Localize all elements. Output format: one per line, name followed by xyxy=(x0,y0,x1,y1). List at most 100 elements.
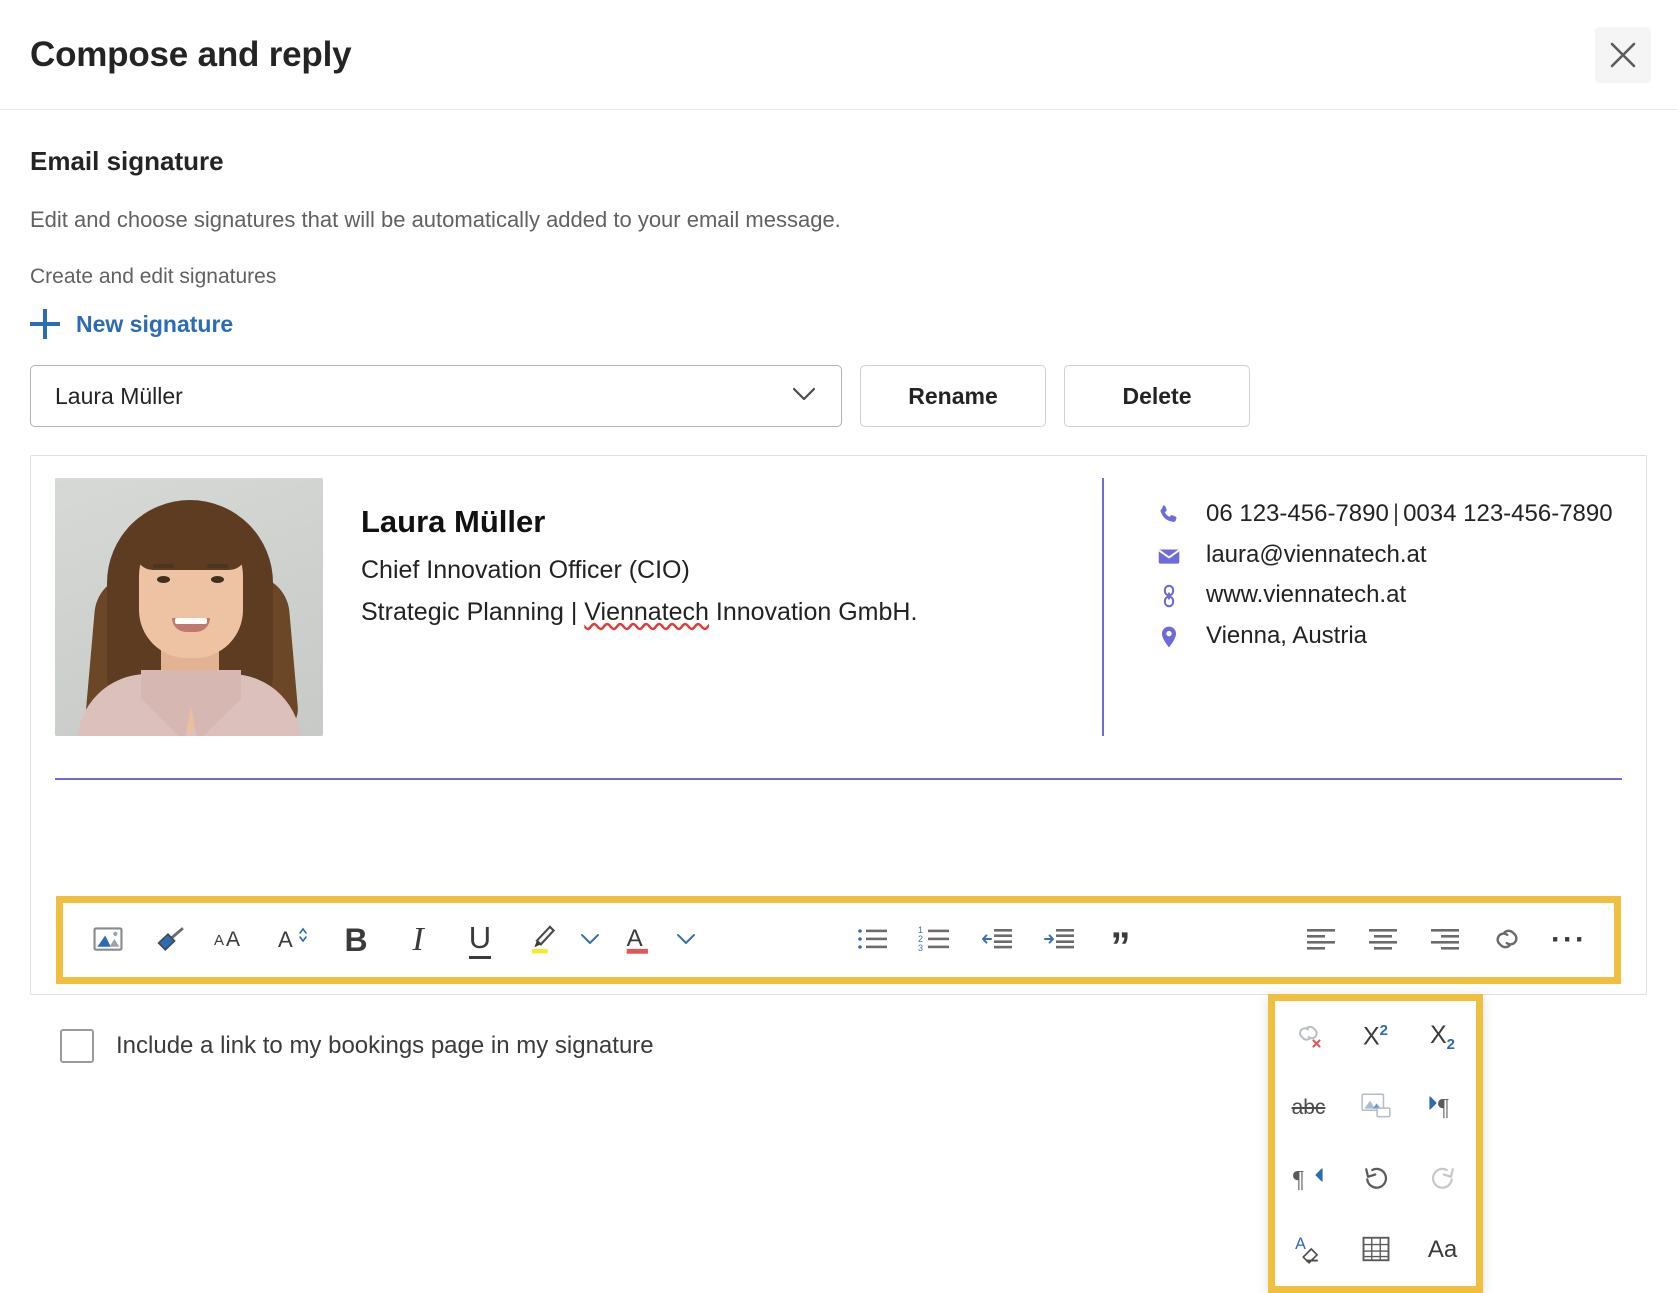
bulleted-list-button[interactable] xyxy=(842,909,904,971)
table-icon xyxy=(1361,1235,1391,1266)
svg-text:A: A xyxy=(226,928,240,951)
more-options-button[interactable]: ··· xyxy=(1538,909,1600,971)
overflow-menu-grid: X2 X2 abc ¶ ¶ A Aa xyxy=(1275,1001,1476,1286)
rtl-paragraph-icon: ¶ xyxy=(1292,1163,1326,1196)
contact-row-phone: 06 123-456-7890 | 0034 123-456-7890 xyxy=(1104,498,1622,539)
format-painter-button[interactable] xyxy=(139,909,201,971)
right-to-left-button[interactable]: ¶ xyxy=(1275,1144,1342,1215)
change-case-button[interactable]: Aa xyxy=(1409,1215,1476,1286)
strikethrough-icon: abc xyxy=(1291,1095,1326,1119)
create-edit-signatures-label: Create and edit signatures xyxy=(30,265,277,288)
left-to-right-button[interactable]: ¶ xyxy=(1409,1072,1476,1143)
ellipsis-icon: ··· xyxy=(1551,923,1587,956)
contact-location-value: Vienna, Austria xyxy=(1206,621,1368,649)
contact-row-location: Vienna, Austria xyxy=(1104,620,1622,661)
phone-icon xyxy=(1156,498,1186,528)
link-icon xyxy=(1490,922,1524,959)
section-description: Edit and choose signatures that will be … xyxy=(30,207,841,232)
align-center-button[interactable] xyxy=(1352,909,1414,971)
bookings-checkbox[interactable] xyxy=(60,1029,94,1063)
chevron-down-icon xyxy=(578,931,602,950)
plus-icon xyxy=(30,309,60,339)
company-prefix: Strategic Planning | xyxy=(361,597,585,626)
envelope-icon xyxy=(1156,539,1186,569)
signature-select[interactable]: Laura Müller xyxy=(30,365,842,427)
close-dialog-button[interactable] xyxy=(1595,26,1651,83)
align-left-button[interactable] xyxy=(1290,909,1352,971)
italic-button[interactable]: I xyxy=(387,909,449,971)
numbered-list-button[interactable]: 1 2 3 xyxy=(904,909,966,971)
dialog-header: Compose and reply xyxy=(0,0,1677,110)
contact-email-value: laura@viennatech.at xyxy=(1206,540,1427,568)
superscript-icon: X2 xyxy=(1362,1021,1389,1051)
overflow-menu-popup[interactable]: X2 X2 abc ¶ ¶ A Aa xyxy=(1268,994,1483,1293)
undo-icon xyxy=(1360,1163,1392,1196)
quote-icon: ” xyxy=(1110,925,1131,969)
misspelled-word: Viennatech xyxy=(584,597,709,626)
highlight-color-chevron[interactable] xyxy=(573,909,607,971)
change-case-icon: Aa xyxy=(1427,1236,1458,1264)
font-size-button[interactable]: A A xyxy=(201,909,263,971)
align-left-icon xyxy=(1304,924,1338,957)
rename-signature-button[interactable]: Rename xyxy=(860,365,1046,427)
delete-signature-button[interactable]: Delete xyxy=(1064,365,1250,427)
increase-indent-icon xyxy=(1042,924,1076,957)
remove-link-button[interactable] xyxy=(1275,1001,1342,1072)
subscript-icon: X2 xyxy=(1429,1020,1456,1053)
insert-table-button[interactable] xyxy=(1342,1215,1409,1286)
signature-photo[interactable] xyxy=(55,478,323,736)
font-color-chevron[interactable] xyxy=(669,909,703,971)
signature-company-line: Strategic Planning | Viennatech Innovati… xyxy=(361,592,1084,634)
clear-formatting-button[interactable]: A xyxy=(1275,1215,1342,1286)
align-right-button[interactable] xyxy=(1414,909,1476,971)
picture-icon xyxy=(91,922,125,959)
svg-text:¶: ¶ xyxy=(1293,1167,1304,1193)
bold-button[interactable]: B xyxy=(325,909,387,971)
insert-picture-button[interactable] xyxy=(77,909,139,971)
superscript-button[interactable]: X2 xyxy=(1342,1001,1409,1072)
insert-link-button[interactable] xyxy=(1476,909,1538,971)
contact-row-website: www.viennatech.at xyxy=(1104,579,1622,620)
signature-editor[interactable]: Laura Müller Chief Innovation Officer (C… xyxy=(30,455,1647,1293)
close-icon xyxy=(1608,40,1638,70)
decrease-indent-button[interactable] xyxy=(966,909,1028,971)
numbered-list-icon: 1 2 3 xyxy=(918,924,952,957)
strikethrough-button[interactable]: abc xyxy=(1275,1072,1342,1143)
contact-row-email: laura@viennatech.at xyxy=(1104,539,1622,580)
highlighter-icon xyxy=(525,922,559,959)
svg-text:A: A xyxy=(278,927,293,952)
align-center-icon xyxy=(1366,924,1400,957)
font-size-stepper-button[interactable]: A xyxy=(263,909,325,971)
subscript-button[interactable]: X2 xyxy=(1409,1001,1476,1072)
ltr-paragraph-icon: ¶ xyxy=(1426,1091,1460,1124)
location-pin-icon xyxy=(1156,620,1186,650)
underline-icon: U xyxy=(468,922,492,959)
new-signature-button[interactable]: New signature xyxy=(30,309,233,339)
font-color-button[interactable]: A xyxy=(607,909,669,971)
svg-text:A: A xyxy=(1295,1235,1306,1253)
bulleted-list-icon xyxy=(856,924,890,957)
signature-job-title: Chief Innovation Officer (CIO) xyxy=(361,556,690,584)
signature-preview: Laura Müller Chief Innovation Officer (C… xyxy=(31,456,1646,736)
underline-button[interactable]: U xyxy=(449,909,511,971)
svg-text:3: 3 xyxy=(918,943,923,953)
undo-button[interactable] xyxy=(1342,1144,1409,1215)
formatting-toolbar-highlight: A A A B I U A 1 2 3 ” ··· xyxy=(56,896,1621,984)
new-signature-label: New signature xyxy=(76,310,234,337)
increase-indent-button[interactable] xyxy=(1028,909,1090,971)
chevron-down-icon xyxy=(674,931,698,950)
font-size-a-stepper-icon: A xyxy=(276,924,312,957)
chevron-down-icon xyxy=(789,384,819,409)
insert-inline-picture-button[interactable] xyxy=(1342,1072,1409,1143)
contact-phone-value: 06 123-456-7890 | 0034 123-456-7890 xyxy=(1206,500,1613,527)
font-size-aa-icon: A A xyxy=(214,924,250,957)
contact-website-value: www.viennatech.at xyxy=(1206,581,1407,609)
picture-insert-icon xyxy=(1360,1091,1392,1124)
redo-icon xyxy=(1427,1163,1459,1196)
decrease-indent-icon xyxy=(980,924,1014,957)
signature-name: Laura Müller xyxy=(361,504,546,539)
align-right-icon xyxy=(1428,924,1462,957)
highlight-button[interactable] xyxy=(511,909,573,971)
quote-button[interactable]: ” xyxy=(1090,909,1152,971)
section-title: Email signature xyxy=(30,146,224,176)
